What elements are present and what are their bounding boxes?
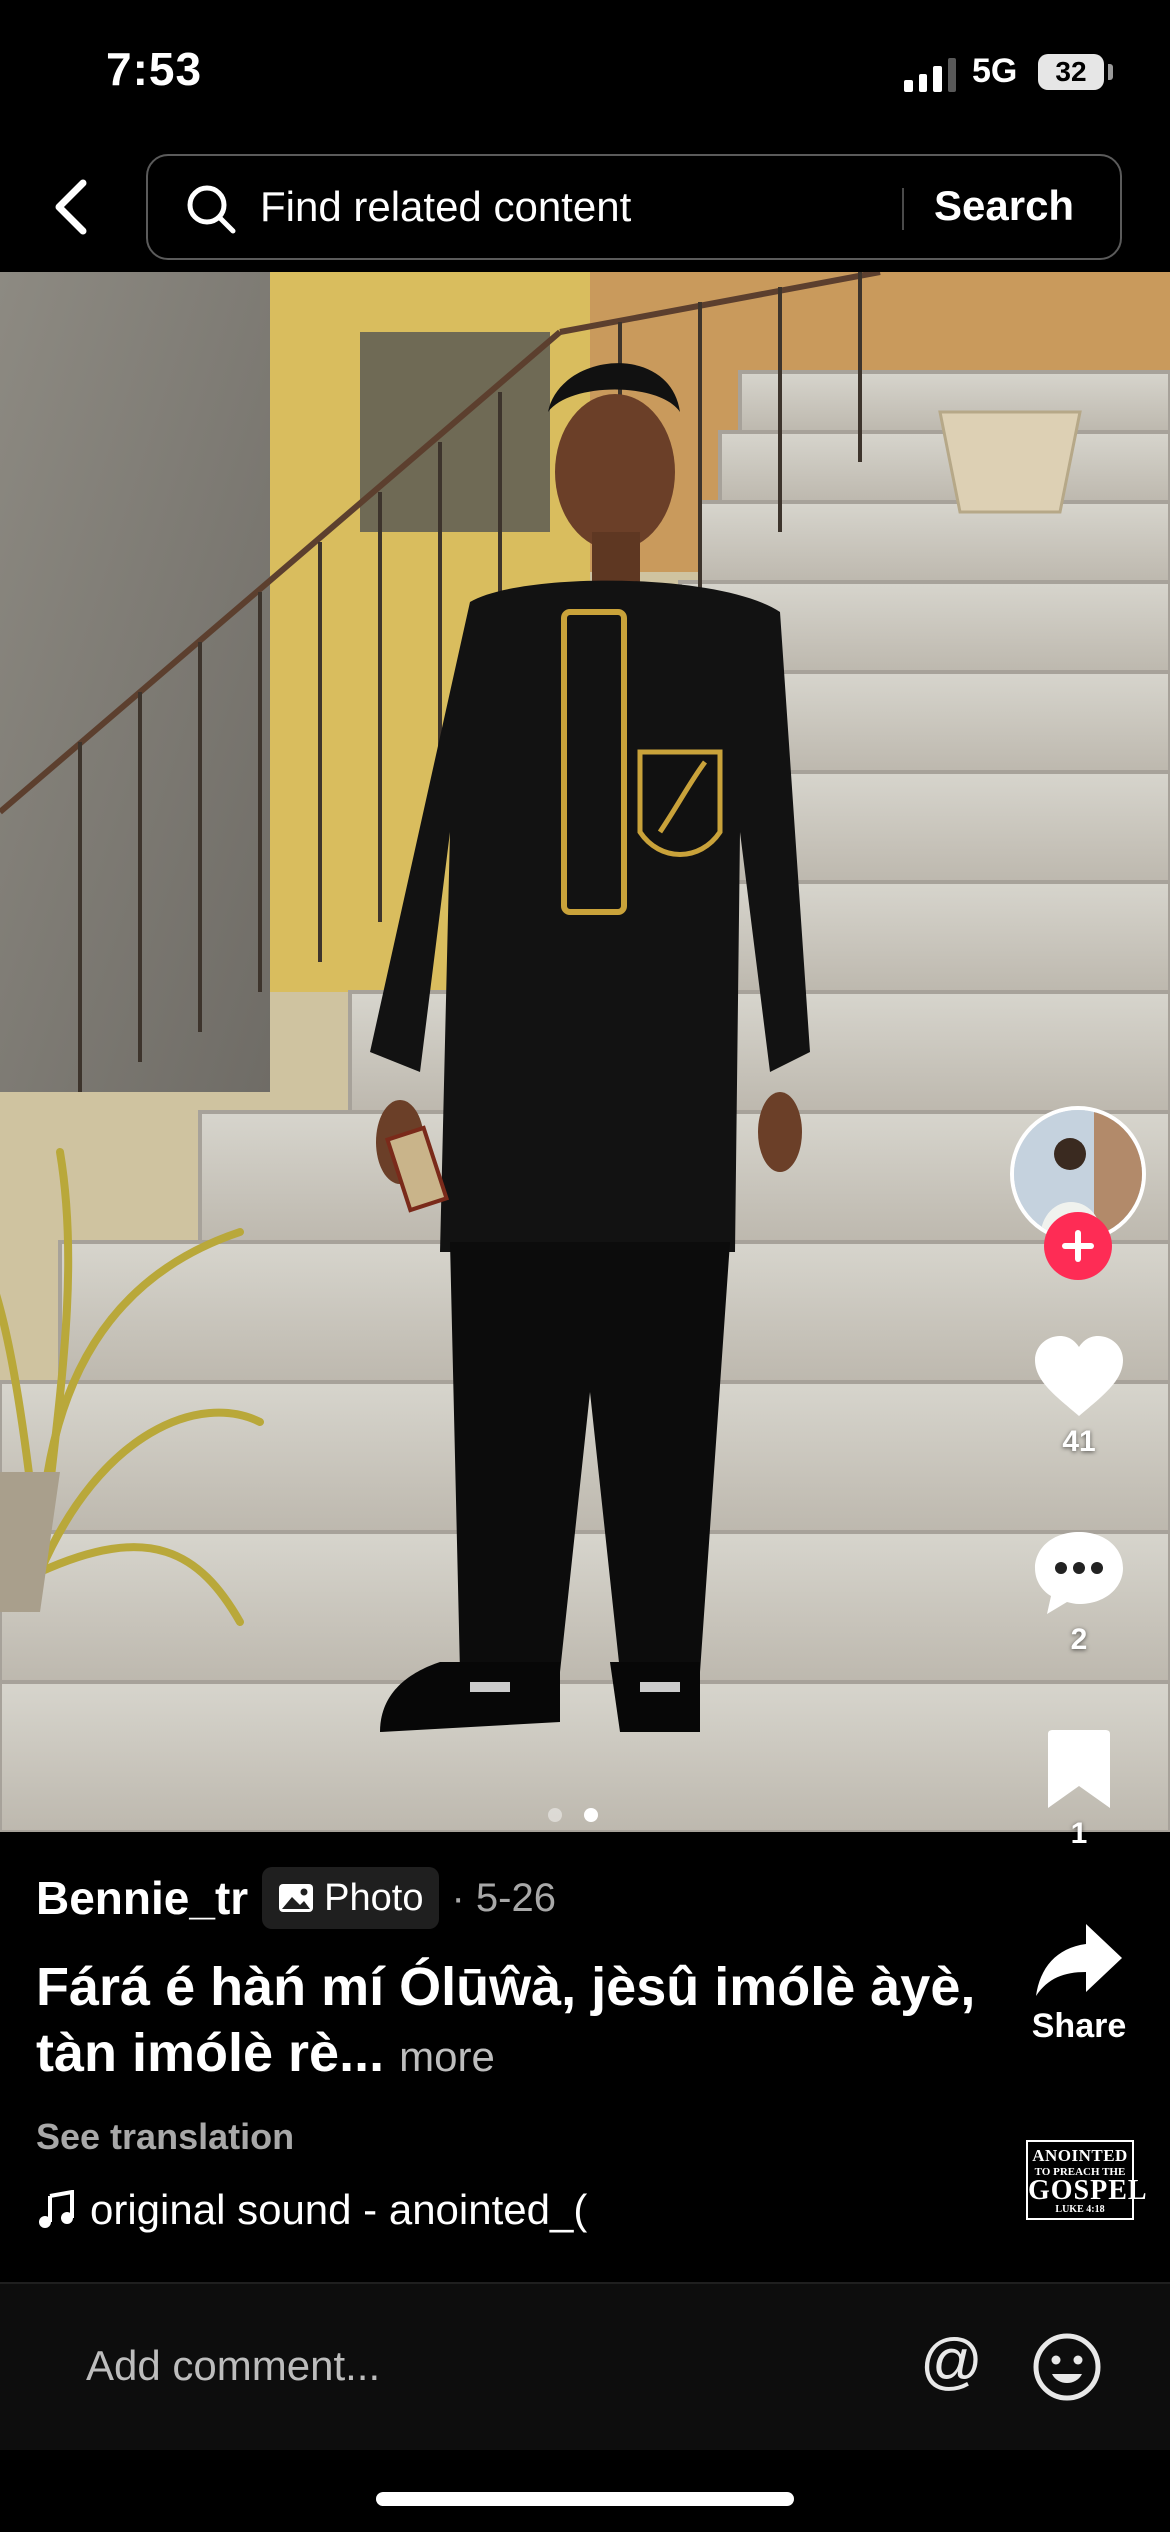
battery-icon: 32	[1038, 54, 1104, 90]
post-caption: Bennie_tr Photo · 5-26 Fárá é hàń mí Ólū…	[36, 1864, 996, 2234]
back-button[interactable]	[40, 172, 102, 242]
like-button[interactable]: 41	[1020, 1336, 1138, 1459]
like-count: 41	[1062, 1425, 1096, 1458]
status-time: 7:53	[106, 43, 203, 95]
comment-bar: @	[0, 2284, 1170, 2450]
music-note-icon	[39, 2190, 74, 2228]
sound-name: original sound - anointed_(	[90, 2186, 588, 2233]
signal-icon	[904, 58, 956, 92]
comment-button[interactable]: 2	[1020, 1530, 1138, 1657]
share-button[interactable]: Share	[1020, 1920, 1138, 2046]
home-indicator[interactable]	[376, 2492, 794, 2506]
photo-tag-label: Photo	[324, 1876, 424, 1919]
share-icon	[1036, 1924, 1122, 1996]
battery-level: 32	[1055, 56, 1087, 87]
network-label: 5G	[972, 52, 1018, 90]
save-count: 1	[1070, 1817, 1088, 1850]
post-date: · 5-26	[451, 1875, 556, 1920]
comment-icon	[1035, 1532, 1123, 1614]
see-translation-link[interactable]: See translation	[36, 2116, 996, 2158]
caption-body: Fárá é hàń mí Ólūŵà, jèsû imólè àyè, tàn…	[36, 1957, 976, 2083]
more-link[interactable]: more	[399, 2033, 495, 2080]
bookmark-icon	[1048, 1730, 1110, 1808]
sound-row[interactable]: original sound - anointed_(	[36, 2186, 996, 2234]
follow-button[interactable]	[1044, 1212, 1112, 1280]
author-name[interactable]: Bennie_tr	[36, 1871, 248, 1925]
plus-icon	[1062, 1230, 1094, 1262]
share-label: Share	[1031, 2007, 1127, 2045]
search-icon	[187, 185, 236, 234]
post-photo[interactable]	[0, 272, 1170, 1832]
photo-tag: Photo	[262, 1867, 440, 1929]
comment-count: 2	[1070, 1623, 1088, 1656]
status-bar: 7:53 5G 32	[0, 0, 1170, 150]
sound-disc[interactable]: ANOINTED TO PREACH THE GOSPEL LUKE 4:18	[1026, 2140, 1148, 2220]
pager-dot[interactable]	[548, 1808, 562, 1822]
caption-text[interactable]: Fárá é hàń mí Ólūŵà, jèsû imólè àyè, tàn…	[36, 1954, 976, 2090]
at-icon[interactable]: @	[920, 2326, 983, 2397]
photo-pager	[548, 1808, 598, 1822]
photo-icon	[279, 1884, 314, 1912]
back-chevron-icon	[55, 179, 87, 235]
battery-tip	[1108, 64, 1113, 80]
sound-disc-line3: GOSPEL	[1028, 2175, 1148, 2206]
search-box[interactable]: Search	[146, 154, 1122, 260]
post-photo-image	[0, 272, 1170, 1832]
search-button[interactable]: Search	[934, 182, 1074, 230]
author-row: Bennie_tr Photo · 5-26	[36, 1864, 996, 1932]
emoji-icon[interactable]	[1032, 2332, 1102, 2402]
heart-icon	[1035, 1336, 1123, 1416]
sound-disc-line1: ANOINTED	[1032, 2146, 1128, 2165]
save-button[interactable]: 1	[1020, 1728, 1138, 1851]
search-input[interactable]	[260, 174, 1020, 240]
screen: 7:53 5G 32 Search	[0, 0, 1170, 2532]
comment-input[interactable]	[86, 2330, 826, 2402]
pager-dot-active[interactable]	[584, 1808, 598, 1822]
search-divider	[902, 188, 904, 230]
